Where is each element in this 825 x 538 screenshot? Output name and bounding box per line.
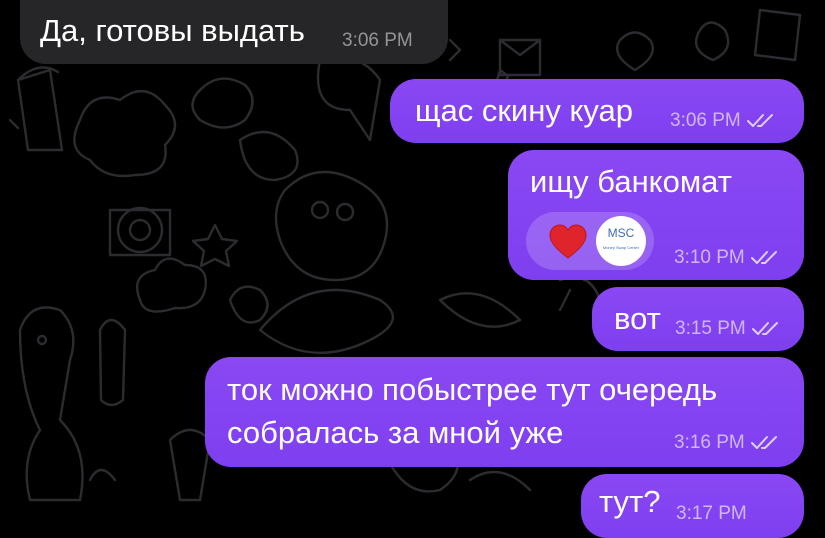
message-status: 3:06 PM [670,110,775,132]
message-text: щас скину куар [415,93,634,128]
message-text: ищу банкомат [530,164,732,199]
message-time-label: 3:10 PM [674,247,745,268]
outgoing-message-bubble[interactable]: щас скину куар 3:06 PM [390,79,804,143]
heart-icon [549,224,587,259]
message-time-label: 3:06 PM [670,110,741,131]
double-check-icon [750,251,777,264]
message-status: 3:15 PM [675,318,780,340]
outgoing-message-bubble[interactable]: тут? 3:17 PM [581,474,804,538]
outgoing-message-bubble[interactable]: вот 3:15 PM [592,287,804,351]
outgoing-message-bubble[interactable]: ток можно побыстрее тут очередь собралас… [205,357,804,467]
incoming-message-bubble[interactable]: Да, готовы выдать 3:06 PM [20,0,448,64]
message-time: 3:06 PM [342,30,413,52]
avatar-caption: Money Swap Center [602,245,640,250]
double-check-icon [750,436,777,449]
message-text-line-2: собралась за мной уже [227,415,564,450]
avatar-initials: MSC [607,226,635,240]
message-text: вот [614,301,661,336]
message-time-label: 3:15 PM [675,318,746,339]
avatar[interactable]: MSC Money Swap Center [596,216,646,266]
message-time-label: 3:16 PM [674,432,745,453]
message-status: 3:16 PM [674,432,779,454]
message-time-label: 3:17 PM [676,503,747,524]
message-status: 3:10 PM [674,247,779,269]
double-check-icon [746,114,773,127]
double-check-icon [751,322,778,335]
message-time-label: 3:06 PM [342,30,413,51]
message-text: тут? [599,484,661,519]
message-text: Да, готовы выдать [40,13,305,48]
message-text-line-1: ток можно побыстрее тут очередь [227,372,718,407]
reaction-pill[interactable]: MSC Money Swap Center [526,212,654,270]
message-status: 3:17 PM [676,503,747,525]
outgoing-message-bubble[interactable]: ищу банкомат MSC Money Swap Center 3:10 … [508,150,804,280]
